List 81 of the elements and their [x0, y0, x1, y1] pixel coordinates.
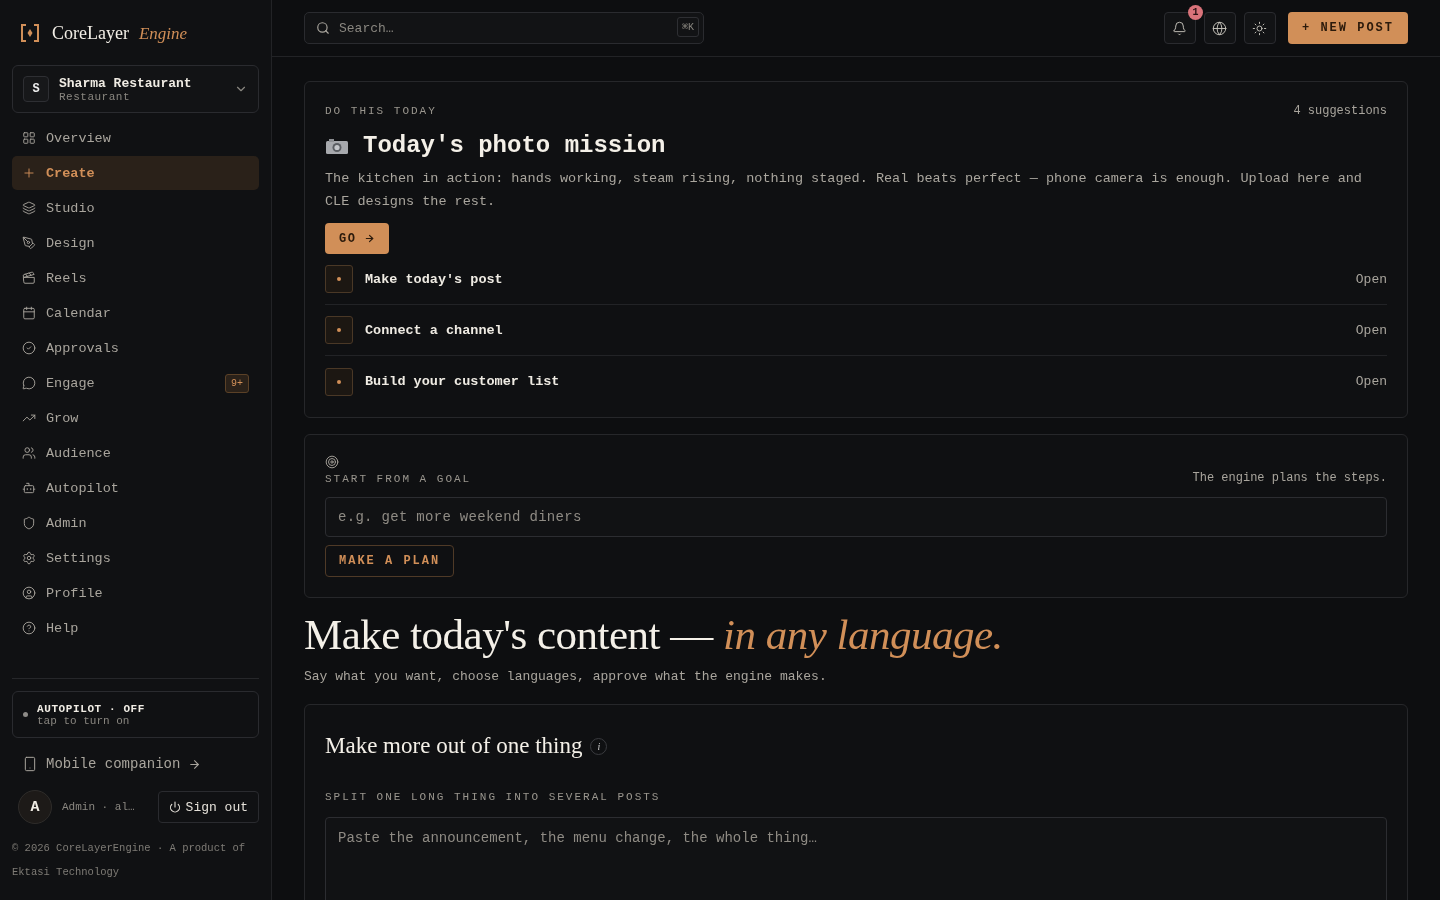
nav-item[interactable]: Autopilot	[12, 471, 259, 505]
dot-icon	[337, 379, 341, 384]
nav-icon	[22, 621, 36, 635]
mobile-companion-link[interactable]: Mobile companion	[12, 752, 212, 776]
power-icon	[168, 801, 181, 813]
nav-item[interactable]: Engage 9+	[12, 366, 259, 400]
nav-icon	[22, 481, 36, 495]
page-heading: Make today's content — in any language.	[304, 610, 1004, 659]
nav-item[interactable]: Overview	[12, 121, 259, 155]
task-label: Connect a channel	[365, 322, 504, 338]
nav-item[interactable]: Help	[12, 611, 259, 645]
dot-icon	[337, 277, 341, 281]
logo-icon	[20, 23, 40, 43]
workspace-initial: S	[23, 76, 49, 102]
nav-icon	[22, 271, 36, 285]
camera-icon	[325, 136, 349, 155]
target-icon	[325, 455, 339, 469]
nav-icon	[22, 166, 36, 180]
nav-icon	[22, 586, 36, 600]
nav-item[interactable]: Approvals	[12, 331, 259, 365]
section-eyebrow: START FROM A GOAL	[325, 473, 472, 485]
autopilot-status: AUTOPILOT · OFF	[37, 702, 146, 715]
sun-icon	[1252, 20, 1268, 36]
make-plan-button[interactable]: MAKE A PLAN	[325, 545, 455, 577]
nav-item[interactable]: Settings	[12, 541, 259, 575]
task-label: Make today's post	[365, 271, 504, 287]
bell-icon	[1172, 20, 1188, 36]
page-subtitle: Say what you want, choose languages, approve what the engine makes.	[304, 669, 828, 684]
mission-description: The kitchen in action: hands working, steam rising, nothing staged. Real beats perfect — phone camera is enough. Upload here and CLE designs the rest.	[325, 170, 1363, 211]
mission-title: Today's photo mission	[363, 132, 666, 159]
nav-icon	[22, 201, 36, 215]
count-badge: 9+	[225, 373, 249, 393]
goal-field[interactable]: e.g. get more weekend diners	[325, 497, 1387, 537]
nav-item[interactable]: Profile	[12, 576, 259, 610]
nav-icon	[22, 131, 36, 145]
nav-icon	[22, 341, 36, 355]
dot-icon	[337, 328, 341, 332]
section-eyebrow: SPLIT ONE LONG THING INTO SEVERAL POSTS	[325, 791, 661, 803]
workspace-name: Sharma Restaurant	[59, 75, 193, 91]
nav-icon	[22, 551, 36, 565]
search-icon	[316, 21, 330, 35]
nav-item[interactable]: Design	[12, 226, 259, 260]
nav-icon	[22, 516, 36, 530]
goal-hint: The engine plans the steps.	[1192, 471, 1387, 485]
user-label: Admin · al…	[62, 801, 136, 813]
phone-icon	[22, 756, 38, 772]
theme-button[interactable]	[1244, 12, 1276, 44]
autopilot-toggle[interactable]: AUTOPILOT · OFF tap to turn on	[12, 691, 259, 738]
nav-item[interactable]: Studio	[12, 191, 259, 225]
nav-icon	[22, 446, 36, 460]
open-link[interactable]: Open	[1355, 271, 1387, 287]
new-post-button[interactable]: + NEW POST	[1288, 12, 1408, 44]
content-field[interactable]: Paste the announcement, the menu change, the whole thing…	[325, 817, 1387, 900]
card-title: Make more out of one thing	[325, 733, 583, 759]
arrow-icon	[188, 757, 202, 771]
language-button[interactable]	[1204, 12, 1236, 44]
workspace-switcher[interactable]: S Sharma Restaurant Restaurant	[12, 65, 259, 113]
brand-name: CoreLayer Engine	[52, 22, 188, 44]
sign-out-button[interactable]: Sign out	[157, 791, 259, 823]
workspace-type: Restaurant	[59, 90, 131, 103]
nav-item[interactable]: Admin	[12, 506, 259, 540]
nav-item[interactable]: Grow	[12, 401, 259, 435]
suggestion-count: 4 suggestions	[1293, 104, 1387, 118]
globe-icon	[1212, 20, 1228, 36]
nav-icon	[22, 376, 36, 390]
section-eyebrow: DO THIS TODAY	[325, 105, 437, 117]
task-label: Build your customer list	[365, 374, 561, 389]
nav-icon	[22, 306, 36, 320]
autopilot-hint: tap to turn on	[37, 714, 131, 727]
nav-item[interactable]: Create	[12, 156, 259, 190]
nav-icon	[22, 236, 36, 250]
user-avatar: A	[18, 790, 52, 824]
nav-item[interactable]: Calendar	[12, 296, 259, 330]
footer-text: © 2026 CoreLayerEngine · A product of Ektasi Technology	[12, 841, 247, 880]
nav-item[interactable]: Reels	[12, 261, 259, 295]
go-button[interactable]: GO	[325, 223, 390, 254]
shortcut-hint: ⌘K	[676, 17, 699, 37]
open-link[interactable]: Open	[1355, 374, 1387, 389]
open-link[interactable]: Open	[1355, 322, 1387, 338]
nav-item[interactable]: Audience	[12, 436, 259, 470]
arrow-icon	[364, 233, 376, 244]
